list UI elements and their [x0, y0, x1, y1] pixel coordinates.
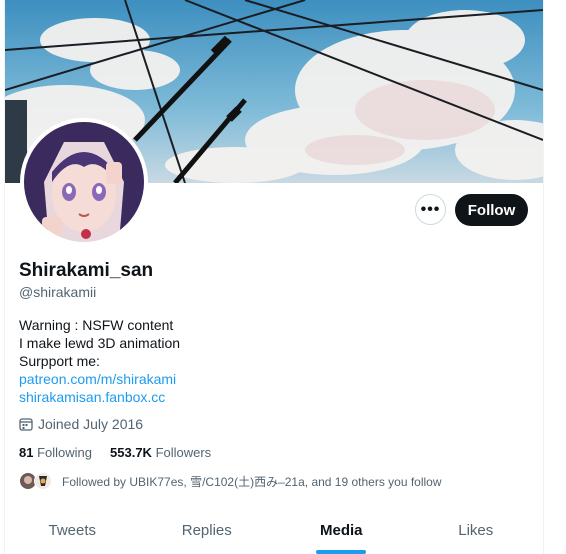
joined-text: Joined July 2016	[38, 416, 144, 432]
bio-line: Warning : NSFW content	[19, 317, 174, 333]
follow-stats: 81 Following 553.7K Followers	[19, 445, 211, 460]
bio-link-fanbox[interactable]: shirakamisan.fanbox.cc	[19, 388, 180, 406]
followers-link[interactable]: 553.7K Followers	[110, 445, 211, 460]
tab-media[interactable]: Media	[274, 506, 409, 554]
followed-by-text: Followed by UBIK77es, 雪/C102(土)西み–21a, a…	[62, 474, 442, 489]
followers-count: 553.7K	[110, 445, 152, 460]
profile-tabs: Tweets Replies Media Likes	[5, 506, 543, 554]
more-icon: •••	[420, 200, 441, 218]
profile-bio: Warning : NSFW content I make lewd 3D an…	[19, 316, 180, 406]
profile-page: ••• Follow Shirakami_san @shirakamii War…	[4, 0, 544, 554]
following-link[interactable]: 81 Following	[19, 445, 92, 460]
tab-tweets[interactable]: Tweets	[5, 506, 140, 554]
active-tab-indicator	[316, 550, 367, 554]
tab-replies[interactable]: Replies	[140, 506, 275, 554]
tab-label: Likes	[458, 521, 494, 539]
followers-label: Followers	[155, 445, 212, 460]
bio-line: I make lewd 3D animation	[19, 335, 181, 351]
tab-label: Tweets	[48, 521, 97, 539]
user-handle: @shirakamii	[19, 284, 97, 300]
follow-button[interactable]: Follow	[455, 194, 528, 226]
bio-line: Surpport me:	[19, 353, 100, 369]
display-name: Shirakami_san	[19, 260, 154, 281]
follower-avatar	[34, 472, 52, 490]
profile-avatar[interactable]	[20, 118, 148, 246]
followed-by[interactable]: Followed by UBIK77es, 雪/C102(土)西み–21a, a…	[19, 472, 442, 490]
following-label: Following	[37, 445, 93, 460]
tab-likes[interactable]: Likes	[409, 506, 544, 554]
joined-date: Joined July 2016	[19, 416, 143, 432]
calendar-icon	[19, 418, 33, 431]
tab-label: Media	[319, 521, 363, 539]
bio-link-patreon[interactable]: patreon.com/m/shirakami	[19, 370, 180, 388]
more-options-button[interactable]: •••	[415, 194, 446, 225]
follower-avatars	[19, 472, 52, 490]
following-count: 81	[19, 445, 34, 460]
tab-label: Replies	[181, 521, 232, 539]
